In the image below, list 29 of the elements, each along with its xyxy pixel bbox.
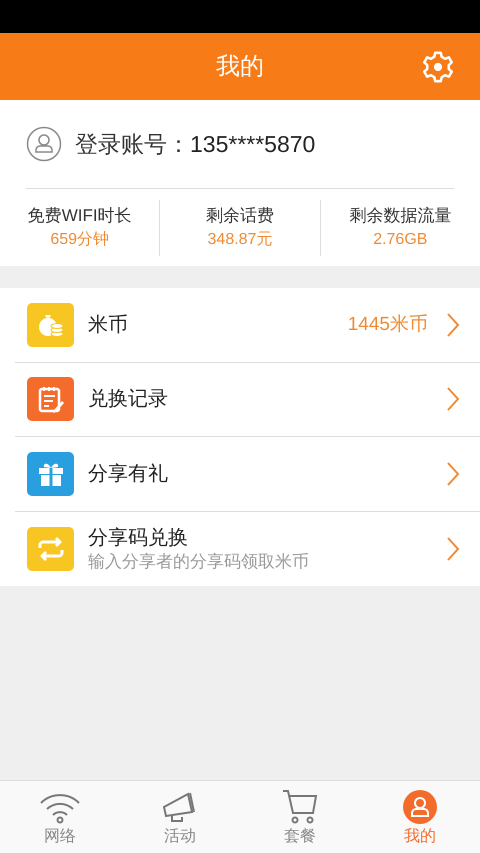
user-icon (402, 789, 438, 825)
menu-item[interactable]: 分享码兑换 输入分享者的分享码领取米币 (15, 512, 480, 586)
stat-label: 免费WIFI时长 (28, 204, 132, 227)
menu-item[interactable]: 分享有礼 (15, 437, 480, 512)
menu-title: 分享码兑换 (88, 526, 189, 551)
settings-icon (421, 50, 455, 84)
coin-balance: 1445米币 (348, 312, 428, 336)
stat-value: 659分钟 (50, 230, 110, 250)
menu-item[interactable]: 兑换记录 (15, 362, 480, 437)
stat-label: 剩余话费 (206, 204, 274, 227)
cart-icon (280, 789, 320, 825)
menu-title: 分享有礼 (88, 462, 169, 487)
menu-item[interactable]: 米币 1445米币 (15, 288, 480, 362)
chevron-right-icon (446, 460, 460, 487)
account-label: 登录账号： (75, 130, 190, 159)
avatar-icon (26, 126, 62, 162)
stat-value: 2.76GB (373, 230, 428, 250)
menu-subtitle: 输入分享者的分享码领取米币 (88, 550, 310, 573)
menu-title: 米币 (88, 312, 129, 338)
stat-value: 348.87元 (208, 230, 272, 250)
wifi-icon (38, 791, 82, 825)
stat-label: 剩余数据流量 (349, 204, 452, 227)
menu-title: 兑换记录 (88, 387, 169, 412)
settings-button[interactable] (420, 49, 456, 85)
chevron-right-icon (446, 386, 460, 412)
account-number: 135****5870 (190, 130, 316, 159)
page-title: 我的 (216, 52, 264, 82)
chevron-right-icon (446, 536, 460, 562)
chevron-right-icon (446, 312, 460, 338)
